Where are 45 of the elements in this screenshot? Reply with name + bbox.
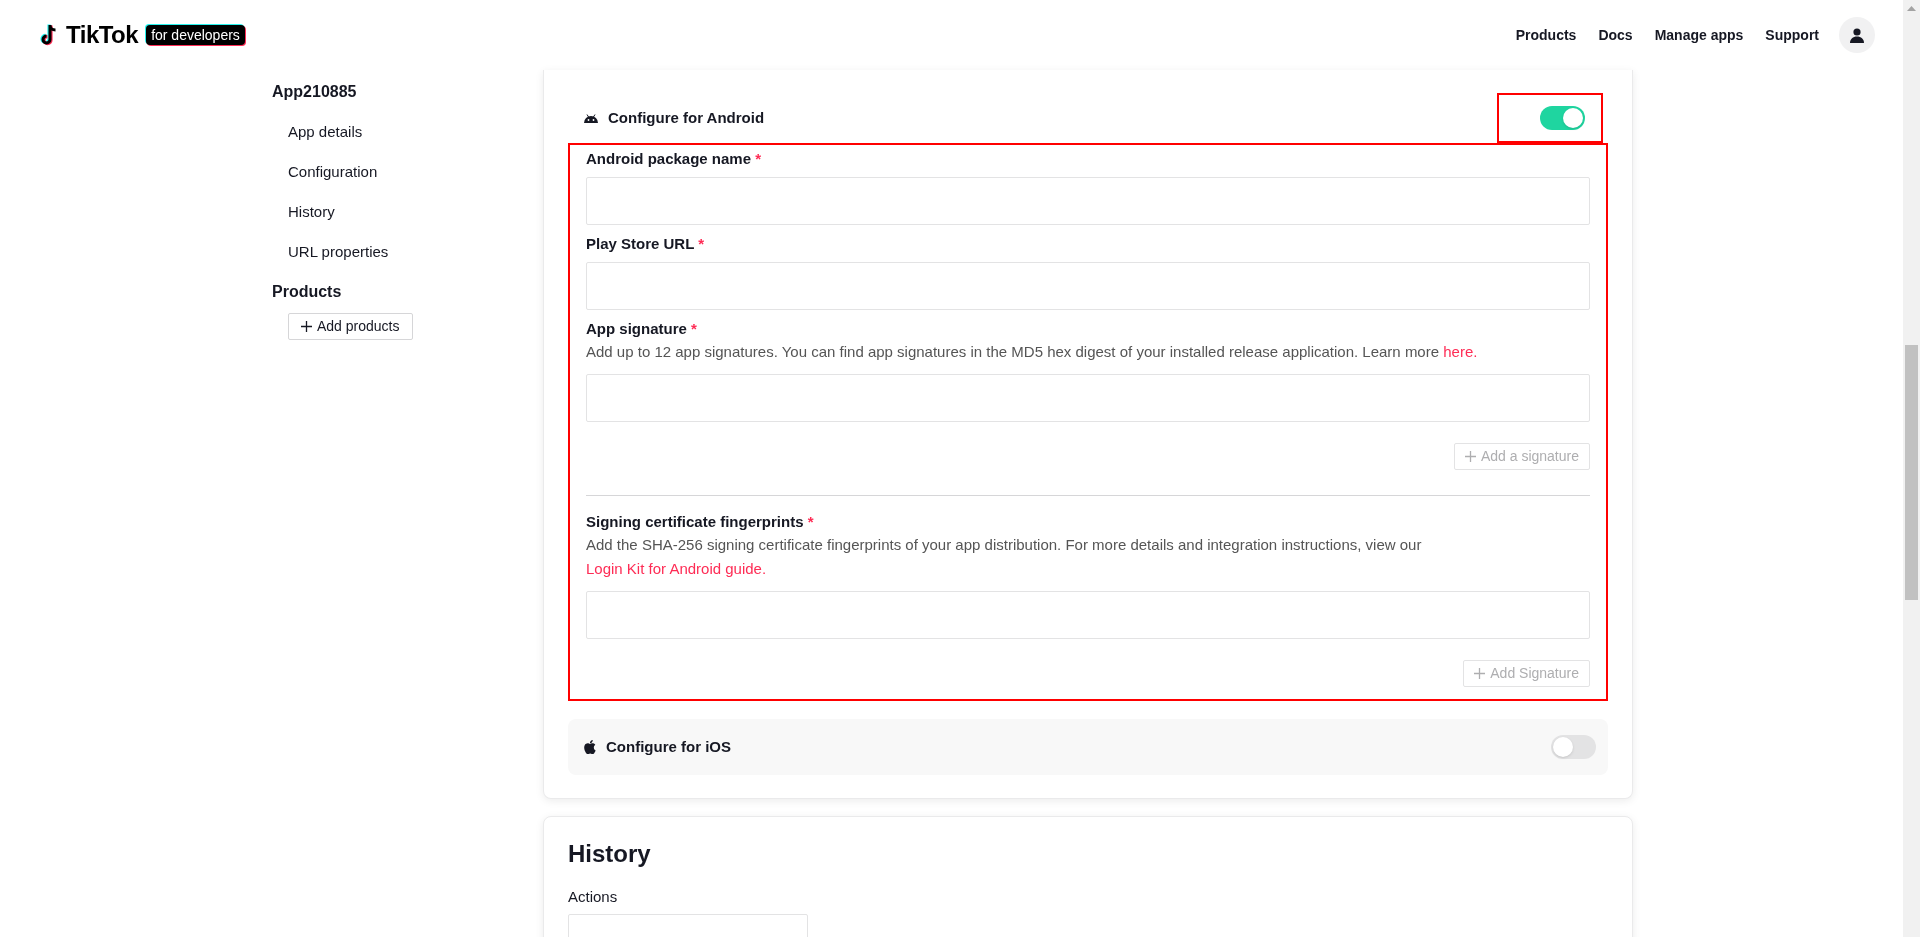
card-title: History	[568, 839, 652, 869]
scrollbar[interactable]	[1903, 0, 1920, 937]
nav-link[interactable]: Docs	[1598, 24, 1633, 46]
field-label: Android package name *	[586, 149, 763, 169]
plus-icon	[1474, 668, 1486, 679]
nav-link[interactable]: Products	[1515, 24, 1577, 46]
text-input[interactable]	[586, 374, 1590, 422]
help-link[interactable]: here.	[1443, 343, 1478, 360]
plus-icon	[301, 321, 312, 332]
section-title: Configure for iOS	[606, 736, 731, 757]
logo-wordmark: TikTok	[66, 23, 139, 47]
field-description: Add up to 12 app signatures. You can find app signatures in the MD5 hex digest of your installed release application. Learn more here.	[586, 342, 1479, 362]
scrollbar-thumb[interactable]	[1905, 345, 1918, 600]
field-description: Add the SHA-256 signing certificate fingerprints of your app distribution. For more details and integration instructions, view our Login Kit for Android guide.	[586, 535, 1423, 579]
sidebar-item[interactable]: Configuration	[288, 161, 378, 183]
apple-icon	[584, 740, 596, 754]
field-label: Actions	[568, 887, 619, 907]
field-label: App signature *	[586, 319, 698, 339]
text-input[interactable]	[586, 591, 1590, 639]
nav-link[interactable]: Manage apps	[1654, 24, 1744, 46]
toggle-switch[interactable]	[1540, 106, 1585, 130]
required-marker: *	[755, 150, 762, 167]
nav-link[interactable]: Support	[1765, 24, 1819, 46]
field-label: Play Store URL *	[586, 234, 706, 254]
text-input[interactable]	[586, 177, 1590, 225]
field-label: Signing certificate fingerprints *	[586, 512, 815, 532]
user-icon	[1850, 27, 1864, 43]
required-marker: *	[698, 235, 705, 252]
sidebar-item[interactable]: URL properties	[288, 241, 389, 263]
account-avatar[interactable]	[1839, 17, 1875, 53]
sidebar-item[interactable]: App details	[288, 121, 363, 143]
sidebar-item[interactable]: History	[288, 201, 335, 223]
scroll-up-icon[interactable]	[1907, 6, 1916, 11]
section-heading: Products	[272, 282, 342, 302]
help-link[interactable]: Login Kit for Android guide.	[586, 560, 767, 577]
android-icon	[584, 113, 598, 123]
section-title: Configure for Android	[608, 107, 765, 128]
plus-icon	[1464, 451, 1476, 462]
add-products-button[interactable]: Add products	[288, 313, 413, 340]
app-name: App210885	[272, 82, 358, 102]
toggle-switch[interactable]	[1551, 735, 1596, 759]
text-input[interactable]	[586, 262, 1590, 310]
required-marker: *	[807, 513, 814, 530]
logo-badge: for developers	[146, 25, 245, 45]
required-marker: *	[691, 320, 697, 337]
